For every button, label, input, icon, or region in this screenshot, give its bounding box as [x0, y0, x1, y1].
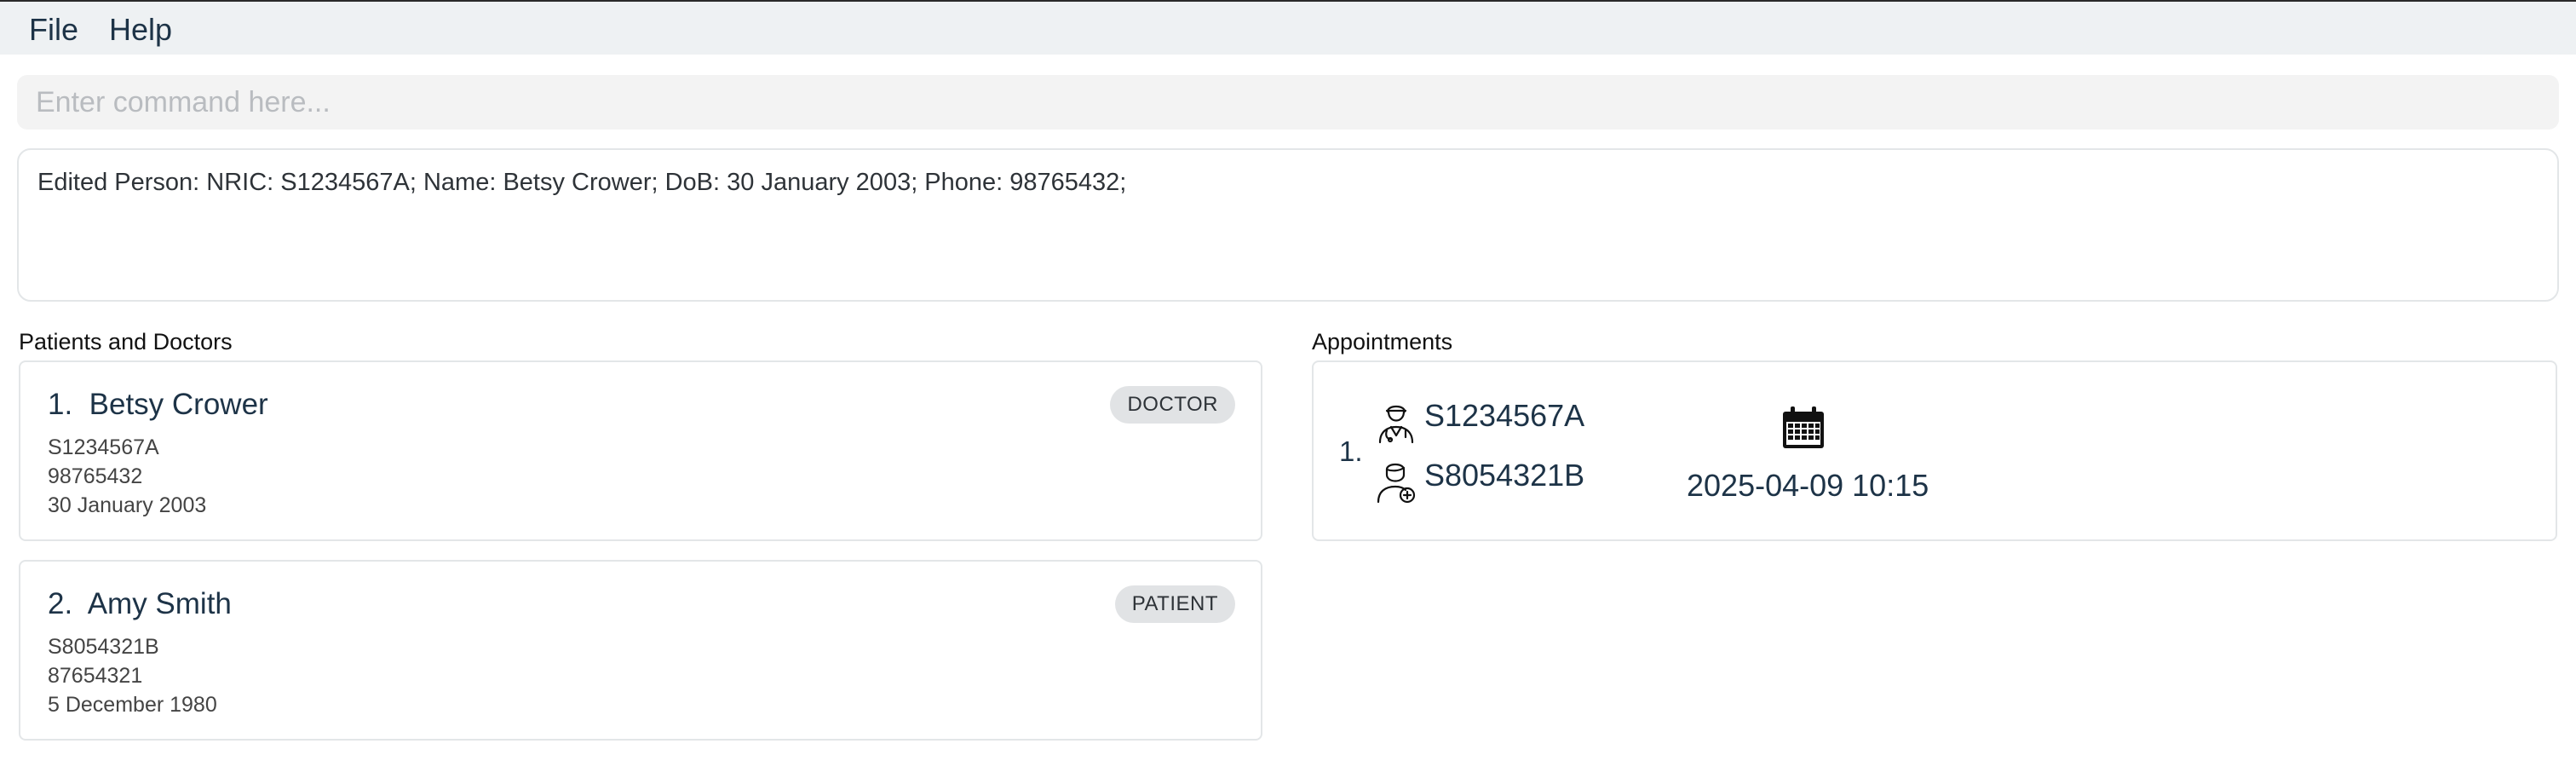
person-name: 2. Amy Smith — [48, 587, 232, 620]
doctor-icon — [1378, 405, 1414, 444]
person-dob: 30 January 2003 — [48, 493, 207, 517]
person-nric: S8054321B — [48, 635, 159, 659]
appointment-doctor-nric: S1234567A — [1424, 398, 1585, 433]
result-message: Edited Person: NRIC: S1234567A; Name: Be… — [37, 169, 1127, 196]
role-badge: PATIENT — [1114, 585, 1235, 623]
menu-bar: File Help — [0, 0, 2576, 55]
persons-panel-title: Patients and Doctors — [19, 329, 233, 355]
patient-icon — [1377, 463, 1416, 504]
appointment-card[interactable]: 1. S1234567A S8054321B 2025-04-09 10:15 — [1312, 360, 2557, 541]
menu-file[interactable]: File — [29, 12, 78, 48]
calendar-icon — [1783, 406, 1824, 448]
person-name: 1. Betsy Crower — [48, 388, 268, 421]
command-input[interactable] — [17, 75, 2559, 130]
menu-help[interactable]: Help — [109, 12, 172, 48]
appointment-index: 1. — [1339, 435, 1363, 467]
role-badge: DOCTOR — [1110, 386, 1235, 424]
appointments-panel-title: Appointments — [1312, 329, 1453, 355]
person-card[interactable]: 2. Amy Smith PATIENT S8054321B 87654321 … — [19, 560, 1262, 741]
person-card[interactable]: 1. Betsy Crower DOCTOR S1234567A 9876543… — [19, 360, 1262, 541]
person-phone: 98765432 — [48, 464, 143, 488]
person-phone: 87654321 — [48, 664, 143, 688]
appointment-patient-nric: S8054321B — [1424, 458, 1585, 493]
appointment-datetime: 2025-04-09 10:15 — [1687, 468, 1929, 503]
result-display: Edited Person: NRIC: S1234567A; Name: Be… — [17, 148, 2559, 302]
person-dob: 5 December 1980 — [48, 693, 217, 717]
person-nric: S1234567A — [48, 435, 159, 459]
